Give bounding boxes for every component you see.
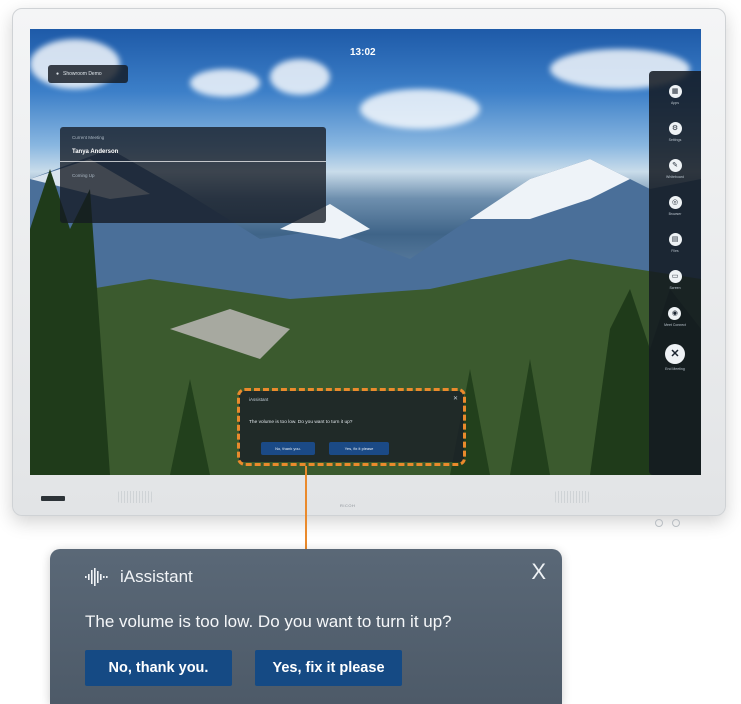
sound-wave-icon bbox=[85, 568, 108, 586]
end-session-icon: ✕ bbox=[665, 344, 685, 364]
power-button[interactable] bbox=[655, 519, 663, 527]
sidebar-item-label: Meet Connect bbox=[664, 323, 686, 327]
callout-question: The volume is too low. Do you want to tu… bbox=[85, 612, 452, 631]
sidebar-item-label: Whiteboard bbox=[666, 175, 684, 179]
no-thanks-button[interactable]: No, thank you. bbox=[85, 650, 232, 686]
meeting-more: Coming Up bbox=[72, 173, 95, 178]
meeting-divider bbox=[60, 161, 326, 162]
callout-connector bbox=[305, 466, 307, 553]
sidebar-item-label: Files bbox=[671, 249, 679, 253]
meeting-card[interactable]: Current Meeting Tanya Anderson Coming Up bbox=[60, 127, 326, 223]
sidebar-item-apps[interactable]: ▦ Apps bbox=[668, 85, 682, 105]
whiteboard-icon: ✎ bbox=[668, 159, 682, 172]
location-pin-icon: ● bbox=[56, 71, 60, 77]
callout-header: iAssistant bbox=[84, 567, 193, 587]
sidebar-item-end-meeting[interactable]: ✕ End Meeting bbox=[665, 344, 685, 371]
bezel-indicator bbox=[41, 496, 65, 501]
sidebar-item-browser[interactable]: ◎ Browser bbox=[668, 196, 682, 216]
file-icon: ▤ bbox=[668, 233, 682, 246]
meeting-label: Current Meeting bbox=[72, 135, 105, 140]
fix-it-button[interactable]: Yes, fix it please bbox=[255, 650, 402, 686]
speaker-grille bbox=[118, 491, 152, 503]
sidebar-item-files[interactable]: ▤ Files bbox=[668, 233, 682, 253]
screen-sidebar: ▦ Apps ⚙ Settings ✎ Whiteboard ◎ Browser… bbox=[649, 71, 701, 475]
sidebar-item-screen[interactable]: ▭ Screen bbox=[668, 270, 682, 290]
sidebar-item-meet-connect[interactable]: ◉ Meet Connect bbox=[664, 307, 686, 327]
meeting-icon: ◉ bbox=[668, 307, 682, 320]
highlight-box bbox=[237, 388, 466, 466]
screen-share-icon: ▭ bbox=[668, 270, 682, 283]
browser-icon: ◎ bbox=[668, 196, 682, 209]
sidebar-item-whiteboard[interactable]: ✎ Whiteboard bbox=[666, 159, 684, 179]
close-icon[interactable]: X bbox=[531, 561, 546, 583]
speaker-grille bbox=[555, 491, 589, 503]
sidebar-item-label: Browser bbox=[668, 212, 682, 216]
location-pill-label: Showroom Demo bbox=[63, 71, 102, 77]
sidebar-item-label: Screen bbox=[669, 286, 681, 290]
sidebar-item-label: Settings bbox=[668, 138, 682, 142]
callout-title: iAssistant bbox=[120, 567, 193, 586]
clock-time: 13:02 bbox=[350, 47, 376, 58]
sidebar-item-label: End Meeting bbox=[665, 367, 685, 371]
sidebar-item-label: Apps bbox=[671, 101, 679, 105]
product-illustration: 13:02 ● Showroom Demo Current Meeting Ta… bbox=[0, 0, 741, 704]
sidebar-item-settings[interactable]: ⚙ Settings bbox=[668, 122, 682, 142]
sensor-dot bbox=[672, 519, 680, 527]
bezel-brand: RICOH bbox=[340, 503, 356, 508]
apps-icon: ▦ bbox=[668, 85, 682, 98]
settings-icon: ⚙ bbox=[668, 122, 682, 135]
meeting-organizer: Tanya Anderson bbox=[72, 149, 119, 155]
assistant-callout: iAssistant X The volume is too low. Do y… bbox=[50, 549, 562, 704]
location-pill[interactable]: ● Showroom Demo bbox=[48, 65, 128, 83]
